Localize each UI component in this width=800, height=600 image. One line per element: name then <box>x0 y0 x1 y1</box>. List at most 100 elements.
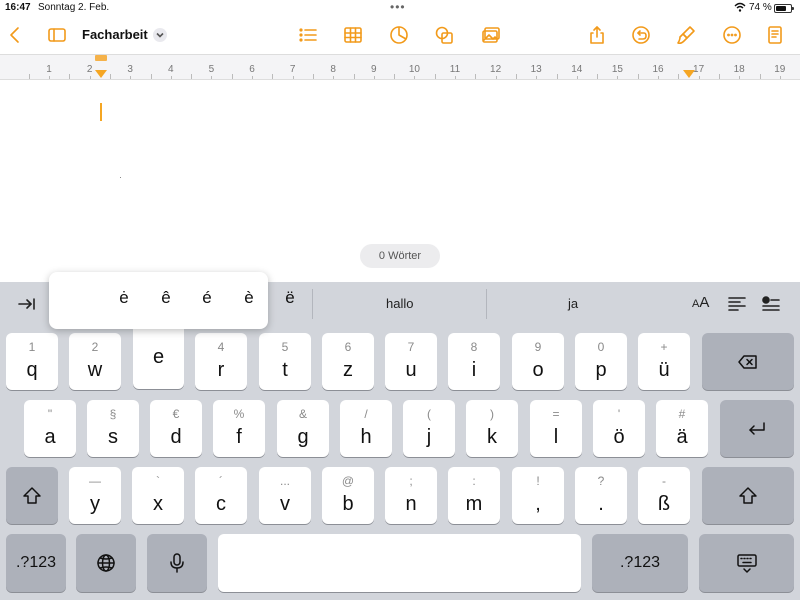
key-r[interactable]: 4r <box>195 333 247 390</box>
ruler-number: 13 <box>530 64 542 75</box>
shift-key-left[interactable] <box>6 467 58 524</box>
accent-option[interactable]: ê <box>151 288 181 308</box>
key-v[interactable]: ... v <box>259 467 311 524</box>
key-primary-label: m <box>465 493 483 515</box>
key-w[interactable]: 2w <box>69 333 121 390</box>
document-options-button[interactable] <box>762 22 788 48</box>
ruler-number: 10 <box>408 64 420 75</box>
key-.[interactable]: ?. <box>575 467 627 524</box>
space-key[interactable] <box>218 534 581 592</box>
key-,[interactable]: !, <box>512 467 564 524</box>
more-button[interactable] <box>719 22 745 48</box>
return-key[interactable] <box>720 400 794 457</box>
paragraph-align-button[interactable] <box>727 294 749 316</box>
ruler-tick <box>150 74 152 79</box>
key-ä[interactable]: # ä <box>656 400 708 457</box>
key-e-pressed[interactable]: e <box>133 325 184 389</box>
ruler-number: 14 <box>571 64 583 75</box>
ruler-tick <box>536 76 538 79</box>
key-q[interactable]: 1q <box>6 333 58 390</box>
key-y[interactable]: — y <box>69 467 121 524</box>
key-s[interactable]: § s <box>87 400 139 457</box>
ruler-number: 7 <box>289 64 296 75</box>
shift-icon <box>6 485 58 507</box>
ruler-tick <box>455 76 456 79</box>
backspace-key[interactable] <box>702 333 794 390</box>
key-t[interactable]: 5t <box>259 333 311 390</box>
key-primary-label: , <box>535 493 541 515</box>
text-format-button[interactable]: AA <box>692 294 709 311</box>
back-button[interactable] <box>2 22 28 48</box>
ruler-tick <box>312 74 314 79</box>
key-n[interactable]: ; n <box>385 467 437 524</box>
chart-button[interactable] <box>386 22 412 48</box>
key-m[interactable]: :m <box>448 467 500 524</box>
key-l[interactable]: = l <box>530 400 582 457</box>
key-ß[interactable]: -ß <box>638 467 690 524</box>
key-x[interactable]: ` x <box>132 467 184 524</box>
format-brush-button[interactable] <box>673 22 699 48</box>
key-g[interactable]: & g <box>277 400 329 457</box>
multitasking-dots-icon[interactable]: ••• <box>390 0 406 14</box>
undo-button[interactable] <box>628 22 654 48</box>
key-i[interactable]: 8i <box>448 333 500 390</box>
accent-option[interactable]: é <box>192 288 222 308</box>
key-c[interactable]: ´ c <box>195 467 247 524</box>
ruler-indent-marker[interactable] <box>95 55 107 61</box>
accent-option[interactable]: è <box>234 288 264 308</box>
accent-option[interactable]: ė <box>109 288 139 308</box>
list-button[interactable] <box>295 22 321 48</box>
chevron-down-icon <box>156 32 164 38</box>
ruler-left-margin-marker[interactable] <box>95 70 107 78</box>
key-k[interactable]: ) k <box>466 400 518 457</box>
numbers-key-left[interactable]: .?123 <box>6 534 66 592</box>
shape-button[interactable] <box>431 22 457 48</box>
ruler-number: 16 <box>652 64 664 75</box>
insert-comment-button[interactable] <box>761 294 783 316</box>
table-icon <box>344 27 362 43</box>
media-button[interactable] <box>478 22 504 48</box>
ruler-number: 19 <box>774 64 786 75</box>
key-ö[interactable]: ' ö <box>593 400 645 457</box>
key-secondary-label: ; <box>409 474 413 488</box>
dictation-key[interactable] <box>147 534 207 592</box>
table-button[interactable] <box>340 22 366 48</box>
key-p[interactable]: 0p <box>575 333 627 390</box>
suggestion-item[interactable]: hallo <box>386 296 413 311</box>
key-b[interactable]: @ b <box>322 467 374 524</box>
ruler[interactable]: 1 2 3 4 5 6 7 8 9 10 11 12 13 14 15 16 17 18 19 <box>0 54 800 80</box>
accent-popup: ė ê é è ë <box>49 272 295 329</box>
globe-key[interactable] <box>76 534 136 592</box>
document-title[interactable]: Facharbeit <box>82 27 148 42</box>
key-ü[interactable]: + ü <box>638 333 690 390</box>
key-primary-label: w <box>87 359 103 381</box>
key-primary-label: k <box>487 426 497 448</box>
tab-key[interactable] <box>17 294 39 316</box>
accent-option[interactable]: ë <box>275 288 305 308</box>
key-a[interactable]: " a <box>24 400 76 457</box>
key-primary-label: ö <box>613 426 625 448</box>
suggestion-item[interactable]: ja <box>568 296 578 311</box>
word-count-badge[interactable]: 0 Wörter <box>360 244 440 268</box>
key-j[interactable]: (j <box>403 400 455 457</box>
numbers-key-right[interactable]: .?123 <box>592 534 688 592</box>
key-d[interactable]: € d <box>150 400 202 457</box>
key-primary-label: f <box>236 426 242 448</box>
key-o[interactable]: 9o <box>512 333 564 390</box>
document-canvas[interactable]: 0 Wörter <box>0 80 800 282</box>
key-label: .?123 <box>15 554 57 571</box>
ruler-tick <box>678 74 680 79</box>
sidebar-toggle-button[interactable] <box>44 22 70 48</box>
hide-keyboard-key[interactable] <box>699 534 794 592</box>
key-h[interactable]: / h <box>340 400 392 457</box>
on-screen-keyboard: hallo ja AA 1 q 2 w 4 r 5 t 6 z 7 u 8 i 9 o 0 p + ü " a § s € d% f… <box>0 282 800 600</box>
title-menu-button[interactable] <box>153 28 167 42</box>
shift-key-right[interactable] <box>702 467 794 524</box>
key-f[interactable]: % f <box>213 400 265 457</box>
share-button[interactable] <box>584 22 610 48</box>
ruler-tick <box>333 76 335 79</box>
key-u[interactable]: 7u <box>385 333 437 390</box>
key-primary-label: ß <box>657 493 671 515</box>
key-z[interactable]: 6z <box>322 333 374 390</box>
ruler-tick <box>353 74 355 79</box>
